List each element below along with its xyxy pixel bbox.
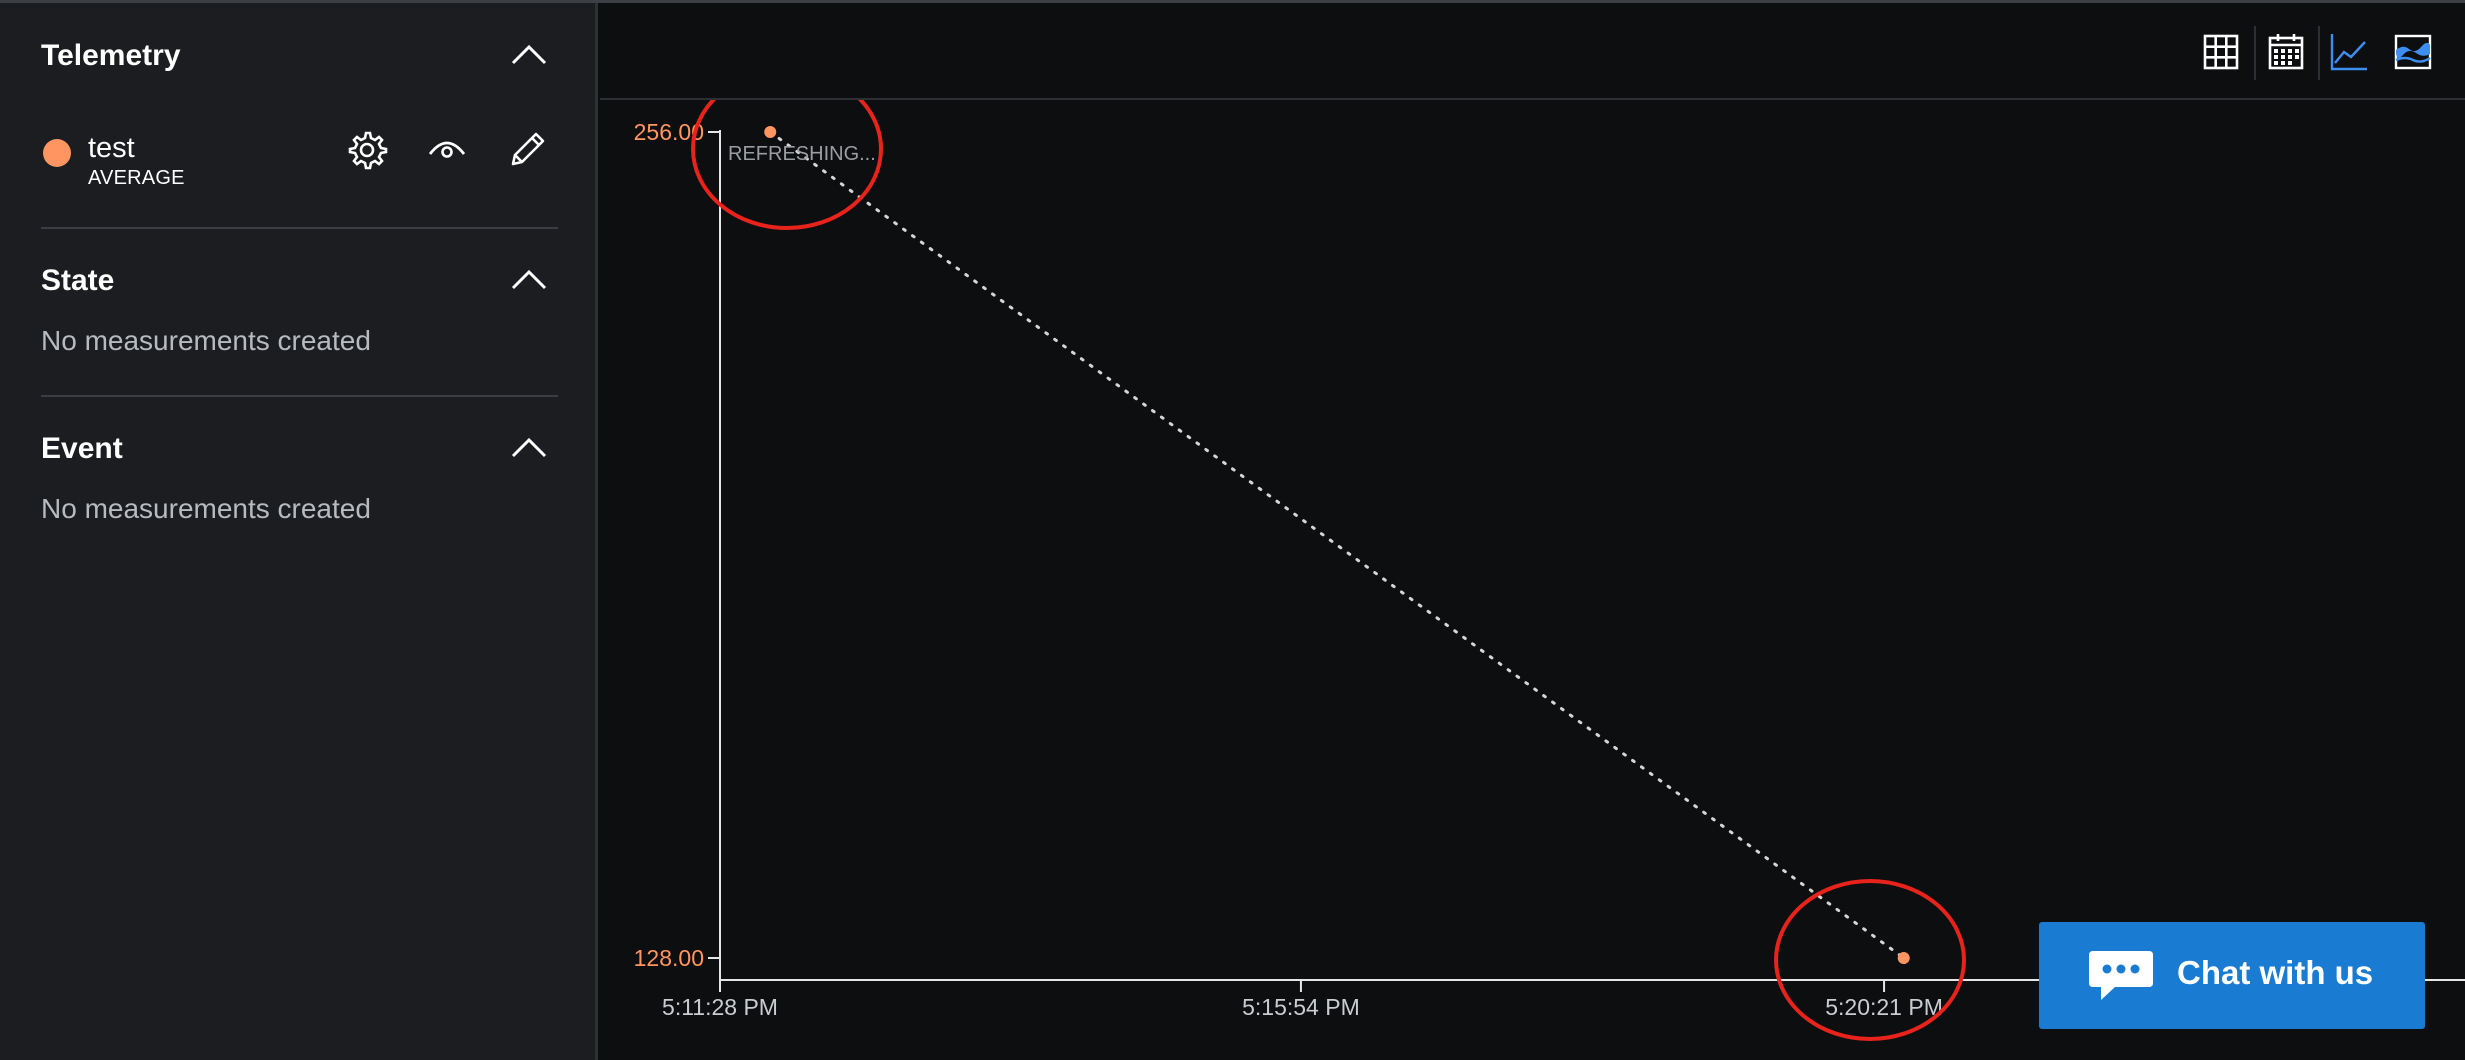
eye-icon[interactable] (425, 128, 469, 172)
measurements-sidebar: Telemetry test AVERAGE State No measurem… (0, 3, 598, 1060)
series-color-dot (43, 139, 71, 167)
event-empty-text: No measurements created (41, 493, 371, 524)
line-chart-icon[interactable] (2327, 30, 2371, 74)
telemetry-item: test AVERAGE (41, 128, 558, 198)
refreshing-status: REFRESHING... (728, 143, 876, 165)
event-title: Event (41, 432, 123, 465)
telemetry-chart[interactable]: 256.00128.00 5:11:28 PM 5:15:54 PM 5:20:21… (600, 100, 2465, 1060)
event-section: Event No measurements created (41, 429, 558, 527)
calendar-icon[interactable] (2264, 30, 2308, 74)
section-divider (41, 395, 558, 397)
data-point[interactable] (1897, 952, 1910, 964)
chevron-up-icon[interactable] (510, 435, 548, 459)
state-empty-text: No measurements created (41, 325, 371, 356)
gear-icon[interactable] (345, 128, 389, 172)
telemetry-item-aggregation: AVERAGE (88, 167, 185, 189)
chat-label: Chat with us (2177, 954, 2374, 991)
data-point[interactable] (764, 126, 777, 138)
table-grid-icon[interactable] (2199, 30, 2243, 74)
x-tick-label: 5:15:54 PM (1242, 994, 1360, 1020)
section-divider (41, 227, 558, 229)
state-header[interactable]: State (41, 261, 558, 301)
event-header[interactable]: Event (41, 429, 558, 469)
x-tick-label: 5:11:28 PM (662, 994, 778, 1020)
chevron-up-icon[interactable] (510, 42, 548, 66)
x-tick-label: 5:20:21 PM (1825, 994, 1943, 1020)
area-chart-icon[interactable] (2391, 30, 2435, 74)
chat-with-us-button[interactable]: Chat with us (2039, 922, 2425, 1029)
telemetry-item-name: test (88, 132, 135, 164)
telemetry-section: Telemetry (41, 36, 558, 76)
pencil-icon[interactable] (505, 128, 549, 172)
telemetry-title: Telemetry (41, 39, 181, 72)
toolbar-separator (2318, 26, 2320, 80)
chevron-up-icon[interactable] (510, 267, 548, 291)
series-line (768, 130, 1906, 960)
state-title: State (41, 264, 115, 297)
telemetry-header[interactable]: Telemetry (41, 36, 558, 76)
chat-bubble-icon (2089, 951, 2153, 1000)
state-section: State No measurements created (41, 261, 558, 359)
toolbar-separator (2254, 26, 2256, 80)
y-tick-label: 128.00 (634, 945, 704, 971)
